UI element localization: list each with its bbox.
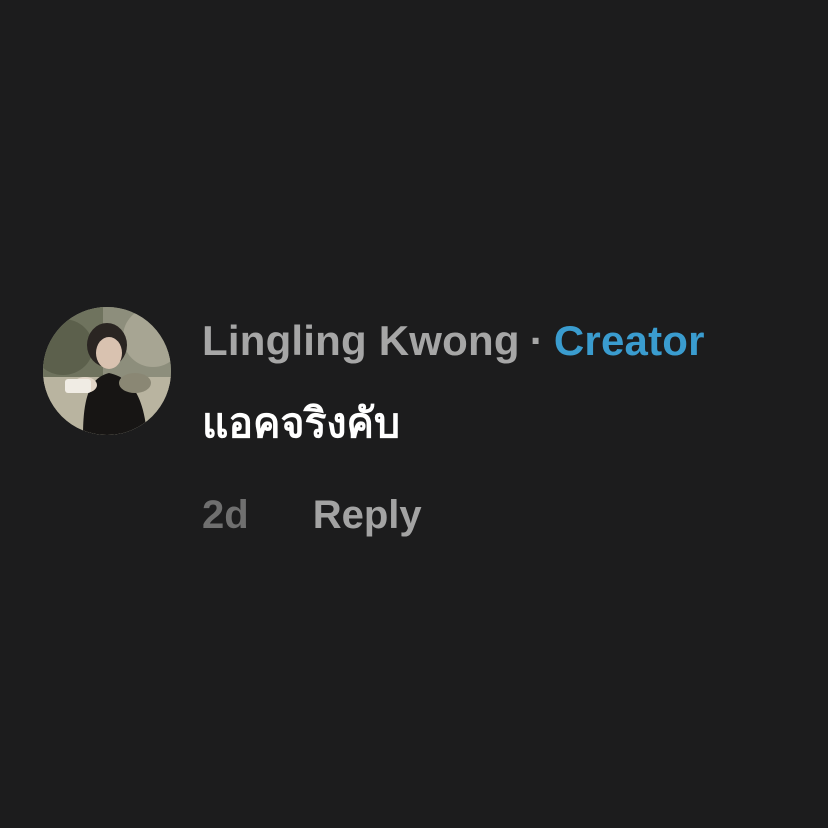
timestamp: 2d (202, 493, 249, 537)
comment-item: Lingling Kwong · Creator แอคจริงคับ 2d Repl… (43, 307, 803, 547)
comment-meta: 2d Reply (202, 491, 422, 539)
comment-text: แอคจริงคับ (202, 399, 400, 447)
author-name[interactable]: Lingling Kwong (202, 317, 520, 364)
avatar[interactable] (43, 307, 171, 435)
separator-dot: · (529, 317, 544, 364)
reply-button[interactable]: Reply (313, 493, 422, 537)
creator-badge: Creator (553, 317, 705, 364)
profile-photo (43, 307, 171, 435)
comment-header: Lingling Kwong · Creator (202, 317, 705, 365)
